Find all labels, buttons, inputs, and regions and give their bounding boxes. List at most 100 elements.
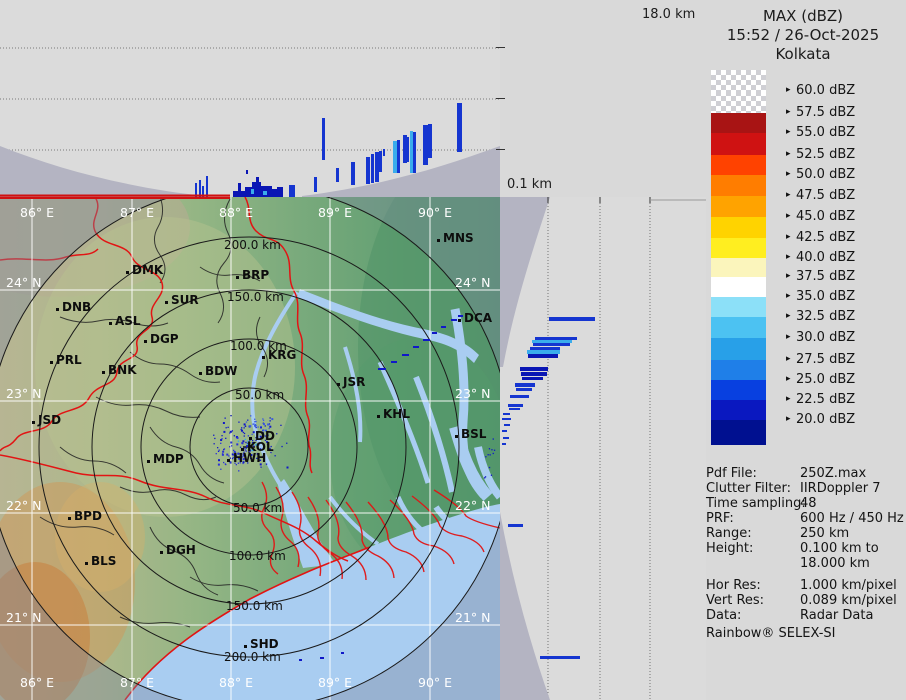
city-dot [377,415,380,418]
city-label: DGH [166,543,196,557]
echo-speck [244,435,245,436]
height-axis-min-label: 0.1 km [507,177,552,192]
lat-label: 21° N [6,610,41,625]
echo-bar [406,137,409,162]
echo-speck [220,469,221,470]
side-profile-panel [500,197,706,700]
echo-speck [253,423,254,424]
echo-bar [351,162,355,185]
echo-bar [371,154,374,183]
echo-bar [393,141,397,173]
legend-band [711,297,766,317]
legend-band [711,113,766,133]
echo-speck [229,446,230,447]
city-dot [50,361,53,364]
echo-speck [223,431,225,433]
echo-dash [458,315,463,317]
range-ring-label: 150.0 km [227,290,284,304]
product-datetime: 15:52 / 26-Oct-2025 [700,26,906,44]
echo-speck [485,476,486,477]
top-axis-tick [496,98,505,99]
info-label: Range: [706,526,752,541]
echo-bar [530,347,560,350]
lon-label: 87° E [120,675,154,690]
echo-speck [260,467,261,468]
echo-speck [491,449,492,450]
city-dot [56,308,59,311]
echo-speck [236,443,238,445]
echo-bar [520,367,548,371]
echo-speck [493,438,494,439]
legend-band [711,400,766,420]
echo-speck [249,425,251,427]
echo-bar [379,151,382,172]
city-dot [102,371,105,374]
echo-bar [410,131,413,173]
echo-dash [402,354,409,356]
echo-speck [213,435,214,436]
city-label: ASL [115,314,141,328]
range-ring-label: 200.0 km [224,650,281,664]
echo-bar [521,372,547,376]
legend-tick-arrow-icon: ▸ [786,394,791,404]
legend-band [711,420,766,445]
range-ring-label: 50.0 km [233,501,282,515]
echo-speck [232,430,233,431]
echo-speck [221,438,222,439]
info-value: 48 [800,496,817,511]
echo-bar [457,103,462,152]
echo-speck [226,454,228,456]
legend-band [711,196,766,217]
panel-boundary-line [0,197,230,199]
city-dot [85,562,88,565]
echo-bar [535,337,577,340]
echo-speck [244,427,245,428]
echo-speck [218,459,220,461]
echo-speck [262,418,263,419]
echo-speck [250,415,251,416]
city-label: PRL [56,353,82,367]
info-label: Vert Res: [706,593,764,608]
info-value: 0.089 km/pixel [800,593,897,608]
echo-speck [271,418,273,420]
echo-bar [263,191,267,195]
echo-speck [237,437,239,439]
echo-speck [238,441,239,442]
echo-speck [260,426,261,427]
echo-speck [287,467,289,469]
echo-speck [265,425,266,426]
lat-label: 24° N [455,275,490,290]
echo-bar [423,125,428,165]
echo-speck [275,455,276,456]
legend-tick-arrow-icon: ▸ [786,211,791,221]
echo-dash [391,361,397,363]
echo-bar [522,377,543,380]
city-label: BDW [205,364,237,378]
city-label: BSL [461,427,486,441]
city-label: DMK [132,263,163,277]
city-dot [144,340,147,343]
echo-speck [267,424,269,426]
city-label: JSR [343,375,365,389]
side-profile-plot [500,197,706,700]
echo-dash [341,652,344,654]
echo-speck [229,432,230,433]
info-label: Height: [706,541,753,556]
echo-speck [217,447,218,448]
echo-dash [378,368,386,370]
city-label: SHD [250,637,279,651]
city-dot [458,319,461,322]
city-dot [199,372,202,375]
echo-speck [246,421,247,422]
echo-speck [244,433,245,434]
legend-label: 32.5 dBZ [796,309,855,324]
info-value: Radar Data [800,608,873,623]
info-value: 1.000 km/pixel [800,578,897,593]
echo-speck [214,438,215,439]
info-value: IIRDoppler 7 [800,481,881,496]
city-dot [147,460,150,463]
echo-speck [254,421,255,422]
echo-speck [228,455,229,456]
echo-bar [366,157,370,184]
legend-tick-arrow-icon: ▸ [786,252,791,262]
